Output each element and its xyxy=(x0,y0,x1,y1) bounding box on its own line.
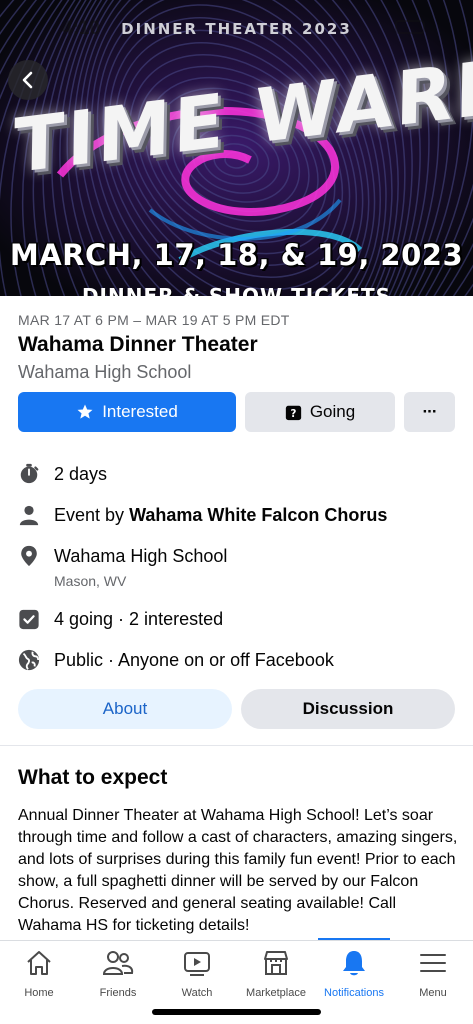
home-icon xyxy=(23,947,55,979)
more-options-button[interactable]: ··· xyxy=(404,392,455,432)
tab-discussion[interactable]: Discussion xyxy=(241,689,455,729)
cover-cutoff-text: DINNER & SHOW TICKETS xyxy=(81,284,392,296)
location-pin-icon xyxy=(18,545,40,567)
stopwatch-icon xyxy=(18,463,40,485)
event-actions: Interested ? Going ··· xyxy=(18,392,455,432)
event-date-range: MAR 17 AT 6 PM – MAR 19 AT 5 PM EDT xyxy=(18,312,290,328)
menu-icon xyxy=(417,947,449,979)
duration-row: 2 days xyxy=(18,463,458,485)
venue-city: Mason, WV xyxy=(54,573,127,589)
home-indicator xyxy=(152,1009,321,1015)
host-row[interactable]: Event by Wahama White Falcon Chorus xyxy=(18,504,458,526)
cover-dates: MARCH, 17, 18, & 19, 2023 xyxy=(9,238,464,272)
cover-subtitle: DINNER THEATER 2023 xyxy=(121,20,352,38)
venue-row[interactable]: Wahama High School Mason, WV xyxy=(18,545,458,589)
calendar-check-icon xyxy=(18,608,40,630)
star-icon xyxy=(76,403,94,421)
interested-label: Interested xyxy=(102,402,178,421)
going-label: Going xyxy=(309,402,356,421)
back-button[interactable] xyxy=(8,60,48,100)
nav-watch[interactable]: Watch xyxy=(157,947,237,1003)
privacy-text: Public · Anyone on or off Facebook xyxy=(54,650,334,670)
question-calendar-icon: ? xyxy=(285,404,302,421)
event-tabs: About Discussion xyxy=(18,689,455,729)
more-dots-icon: ··· xyxy=(422,402,438,421)
event-title: Wahama Dinner Theater xyxy=(18,333,258,356)
attendance-text: 4 going · 2 interested xyxy=(54,609,224,629)
back-arrow-icon xyxy=(22,71,33,89)
nav-watch-label: Watch xyxy=(181,987,213,999)
nav-notifications-label: Notifications xyxy=(324,987,384,999)
marketplace-icon xyxy=(260,947,292,979)
tab-about[interactable]: About xyxy=(18,689,232,729)
attendance-row[interactable]: 4 going · 2 interested xyxy=(18,608,458,630)
nav-menu[interactable]: Menu xyxy=(393,947,473,1003)
svg-text:?: ? xyxy=(290,408,296,419)
privacy-row: Public · Anyone on or off Facebook xyxy=(18,649,458,671)
event-description: Annual Dinner Theater at Wahama High Sch… xyxy=(18,807,458,934)
person-icon xyxy=(18,504,40,526)
going-button[interactable]: ? Going xyxy=(245,392,395,432)
watch-icon xyxy=(181,947,213,979)
event-location[interactable]: Wahama High School xyxy=(18,362,191,383)
nav-friends[interactable]: Friends xyxy=(78,947,158,1003)
interested-button[interactable]: Interested xyxy=(18,392,236,432)
section-divider xyxy=(0,745,473,746)
section-title: What to expect xyxy=(18,766,168,789)
nav-home-label: Home xyxy=(24,987,54,999)
nav-notifications[interactable]: Notifications xyxy=(314,947,394,1003)
friends-icon xyxy=(102,947,134,979)
host-prefix: Event by xyxy=(54,505,125,525)
globe-icon xyxy=(18,649,40,671)
duration-text: 2 days xyxy=(54,464,108,484)
nav-home[interactable]: Home xyxy=(0,947,79,1003)
nav-friends-label: Friends xyxy=(99,987,137,999)
nav-menu-label: Menu xyxy=(419,987,447,999)
nav-marketplace-label: Marketplace xyxy=(246,987,306,999)
nav-marketplace[interactable]: Marketplace xyxy=(236,947,316,1003)
bell-icon xyxy=(338,947,370,979)
event-cover-image: 4:10 DINNER THEATER 2023 TIME WARP MARCH… xyxy=(0,0,473,296)
venue-name: Wahama High School xyxy=(54,546,228,566)
host-name[interactable]: Wahama White Falcon Chorus xyxy=(129,505,387,525)
